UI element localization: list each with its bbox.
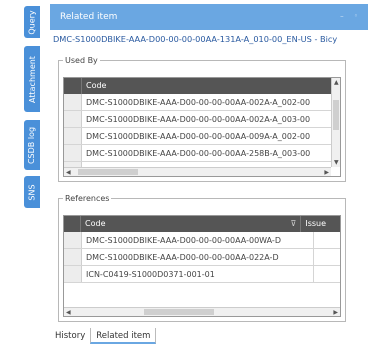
- row-header-corner: [64, 78, 82, 94]
- table-row[interactable]: DMC-S1000DBIKE-AAA-D00-00-00-00AA-00WA-D: [64, 232, 340, 249]
- table-row[interactable]: ICN-C0419-S1000D0371-001-01: [64, 266, 340, 283]
- table-cell: DMC-S1000DBIKE-AAA-D00-00-00-00AA-258B-A…: [86, 149, 311, 158]
- used-by-label: Used By: [65, 56, 98, 65]
- scroll-right-icon[interactable]: ▶: [333, 309, 338, 316]
- tab-sns[interactable]: SNS: [24, 176, 40, 208]
- panel-window-controls[interactable]: – ◦: [340, 12, 362, 20]
- row-selector[interactable]: [64, 128, 82, 144]
- panel-header: Related item – ◦: [50, 4, 368, 30]
- references-group: References Code ⊽ Issue nur DMC-S1000DBI…: [58, 194, 346, 322]
- table-row[interactable]: DMC-S1000DBIKE-AAA-D00-00-00-00AA-002A-A…: [64, 94, 340, 111]
- table-cell: DMC-S1000DBIKE-AAA-D00-00-00-00AA-009A-A…: [86, 132, 311, 141]
- table-cell: DMC-S1000DBIKE-AAA-D00-00-00-00AA-002A-A…: [86, 115, 311, 124]
- table-cell: DMC-S1000DBIKE-AAA-D00-00-00-00AA-00WA-D: [82, 232, 314, 248]
- tab-history[interactable]: History: [50, 328, 90, 344]
- scroll-down-icon[interactable]: ▼: [334, 159, 339, 166]
- row-selector[interactable]: [64, 111, 82, 127]
- tab-query[interactable]: Query: [24, 6, 40, 38]
- table-cell: DMC-S1000DBIKE-AAA-D00-00-00-00AA-002A-A…: [86, 98, 311, 107]
- side-tab-strip: Query Attachment CSDB log SNS: [0, 0, 40, 346]
- scroll-thumb[interactable]: [78, 169, 138, 175]
- scroll-left-icon[interactable]: ◀: [66, 309, 71, 316]
- column-header-code[interactable]: Code ⊽: [81, 216, 300, 232]
- tab-csdb-log[interactable]: CSDB log: [24, 120, 40, 170]
- row-selector[interactable]: [64, 266, 82, 282]
- used-by-grid-header: Code: [64, 78, 340, 94]
- filter-icon[interactable]: ⊽: [291, 216, 297, 232]
- bottom-tab-strip: History Related item: [50, 328, 157, 344]
- references-grid[interactable]: Code ⊽ Issue nur DMC-S1000DBIKE-AAA-D00-…: [63, 215, 341, 317]
- vertical-scrollbar[interactable]: ▲ ▼: [331, 78, 340, 167]
- row-header-corner: [64, 216, 82, 232]
- column-header-issue-number[interactable]: Issue nur: [300, 216, 340, 244]
- row-selector[interactable]: [64, 94, 82, 110]
- horizontal-scrollbar[interactable]: ◀ ▶: [64, 167, 331, 176]
- used-by-group: Used By Code DMC-S1000DBIKE-AAA-D00-00-0…: [58, 56, 346, 182]
- column-header-code[interactable]: Code: [82, 78, 106, 94]
- table-row[interactable]: DMC-S1000DBIKE-AAA-D00-00-00-00AA-258B-A…: [64, 145, 340, 162]
- tab-attachment-label: Attachment: [27, 55, 37, 103]
- related-item-panel: Related item – ◦ DMC-S1000DBIKE-AAA-D00-…: [50, 4, 368, 324]
- horizontal-scrollbar[interactable]: ◀ ▶: [64, 307, 340, 316]
- table-row[interactable]: DMC-S1000DBIKE-AAA-D00-00-00-00AA-002A-A…: [64, 111, 340, 128]
- scroll-thumb[interactable]: [333, 100, 339, 130]
- table-row[interactable]: DMC-S1000DBIKE-AAA-D00-00-00-00AA-009A-A…: [64, 128, 340, 145]
- scroll-up-icon[interactable]: ▲: [334, 79, 339, 86]
- tab-csdb-log-label: CSDB log: [27, 126, 37, 164]
- scroll-left-icon[interactable]: ◀: [66, 169, 71, 176]
- references-grid-header: Code ⊽ Issue nur: [64, 216, 340, 244]
- tab-sns-label: SNS: [27, 183, 37, 201]
- row-selector[interactable]: [64, 145, 82, 161]
- tab-query-label: Query: [27, 9, 37, 35]
- row-selector[interactable]: [64, 249, 82, 265]
- tab-attachment[interactable]: Attachment: [24, 46, 40, 112]
- row-selector[interactable]: [64, 232, 82, 248]
- data-module-code: DMC-S1000DBIKE-AAA-D00-00-00-00AA-131A-A…: [53, 34, 338, 44]
- column-header-code-label: Code: [85, 219, 106, 228]
- references-label: References: [65, 194, 110, 203]
- table-cell: DMC-S1000DBIKE-AAA-D00-00-00-00AA-022A-D: [82, 249, 314, 265]
- table-cell: ICN-C0419-S1000D0371-001-01: [82, 266, 314, 282]
- tab-related-item[interactable]: Related item: [90, 328, 157, 344]
- scroll-thumb[interactable]: [144, 309, 214, 315]
- used-by-grid[interactable]: Code DMC-S1000DBIKE-AAA-D00-00-00-00AA-0…: [63, 77, 341, 177]
- panel-title: Related item: [60, 12, 118, 22]
- scroll-right-icon[interactable]: ▶: [324, 169, 329, 176]
- table-row[interactable]: DMC-S1000DBIKE-AAA-D00-00-00-00AA-022A-D: [64, 249, 340, 266]
